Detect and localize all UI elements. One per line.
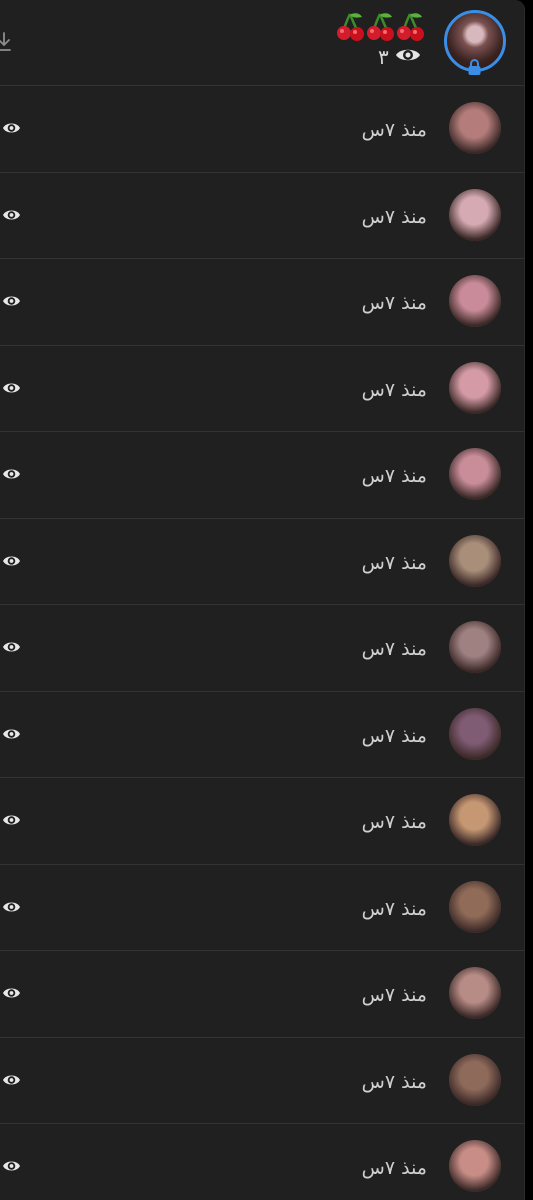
viewer-avatar (449, 102, 501, 154)
viewed-time: منذ ٧س (361, 378, 427, 401)
viewer-avatar (449, 448, 501, 500)
avatar-image (449, 1140, 501, 1192)
viewer-avatar (449, 275, 501, 327)
lock-icon (467, 58, 482, 76)
cherry-emoji (396, 12, 424, 44)
viewer-row[interactable]: منذ ٧س (0, 173, 524, 259)
eye-icon (2, 380, 21, 394)
eye-icon (2, 1158, 21, 1172)
viewer-avatar (449, 1140, 501, 1192)
viewed-time: منذ ٧س (361, 1070, 427, 1093)
viewer-row[interactable]: منذ ٧س (0, 778, 524, 865)
viewer-row[interactable]: منذ ٧س (0, 605, 524, 692)
reaction-emojis (336, 12, 430, 46)
eye-icon (2, 812, 21, 826)
cherry-emoji (366, 12, 394, 44)
avatar-image (449, 361, 501, 414)
viewer-avatar (449, 880, 501, 933)
avatar-image (449, 534, 501, 587)
eye-icon (2, 639, 21, 653)
viewer-row[interactable]: منذ ٧س (0, 519, 524, 605)
viewer-row[interactable]: منذ ٧س (0, 1124, 524, 1200)
viewed-time: منذ ٧س (361, 897, 427, 920)
story-header: ٣ (0, 0, 524, 86)
viewer-avatar (449, 188, 501, 241)
avatar-image (449, 275, 501, 327)
avatar-image (449, 707, 501, 760)
viewed-time: منذ ٧س (361, 465, 427, 487)
viewer-avatar (449, 1053, 501, 1106)
story-owner-avatar[interactable] (444, 10, 506, 75)
viewed-time: منذ ٧س (361, 205, 427, 228)
viewer-row[interactable]: منذ ٧س (0, 1038, 524, 1124)
viewer-row[interactable]: منذ ٧س (0, 951, 524, 1038)
eye-icon (2, 466, 21, 480)
viewed-time: منذ ٧س (361, 551, 427, 574)
cherry-emoji (336, 12, 364, 44)
eye-icon (2, 726, 21, 740)
eye-icon (2, 899, 21, 913)
viewer-avatar (449, 621, 501, 673)
viewer-row[interactable]: منذ ٧س (0, 259, 524, 346)
eye-icon (2, 120, 21, 134)
download-icon[interactable] (0, 32, 12, 52)
view-count: ٣ (378, 45, 389, 69)
viewed-time: منذ ٧س (361, 638, 427, 660)
viewed-time: منذ ٧س (361, 292, 427, 314)
eye-icon (2, 553, 21, 567)
eye-icon (2, 1072, 21, 1086)
viewer-avatar (449, 361, 501, 414)
viewer-row[interactable]: منذ ٧س (0, 432, 524, 519)
viewed-time: منذ ٧س (361, 724, 427, 747)
eye-icon (2, 293, 21, 307)
viewed-time: منذ ٧س (361, 1157, 427, 1179)
viewer-avatar (449, 534, 501, 587)
avatar-image (449, 967, 501, 1019)
viewer-row[interactable]: منذ ٧س (0, 865, 524, 951)
viewer-row[interactable]: منذ ٧س (0, 86, 524, 173)
viewed-time: منذ ٧س (361, 811, 427, 833)
viewed-time: منذ ٧س (361, 119, 427, 141)
avatar-image (449, 880, 501, 933)
eye-icon (395, 45, 421, 69)
view-count-summary: ٣ (378, 43, 421, 71)
avatar-image (449, 448, 501, 500)
avatar-image (449, 621, 501, 673)
avatar-image (449, 102, 501, 154)
eye-icon (2, 985, 21, 999)
viewer-list: منذ ٧س منذ ٧س منذ ٧س منذ ٧س منذ ٧س منذ ٧… (0, 86, 524, 1200)
story-viewers-panel: ٣ منذ ٧س منذ ٧س منذ ٧س منذ ٧س منذ ٧س منذ… (0, 0, 525, 1200)
viewer-avatar (449, 967, 501, 1019)
viewer-row[interactable]: منذ ٧س (0, 692, 524, 778)
avatar-image (449, 794, 501, 846)
avatar-image (449, 1053, 501, 1106)
eye-icon (2, 207, 21, 221)
viewer-row[interactable]: منذ ٧س (0, 346, 524, 432)
viewed-time: منذ ٧س (361, 984, 427, 1006)
viewer-avatar (449, 707, 501, 760)
viewer-avatar (449, 794, 501, 846)
avatar-image (449, 188, 501, 241)
